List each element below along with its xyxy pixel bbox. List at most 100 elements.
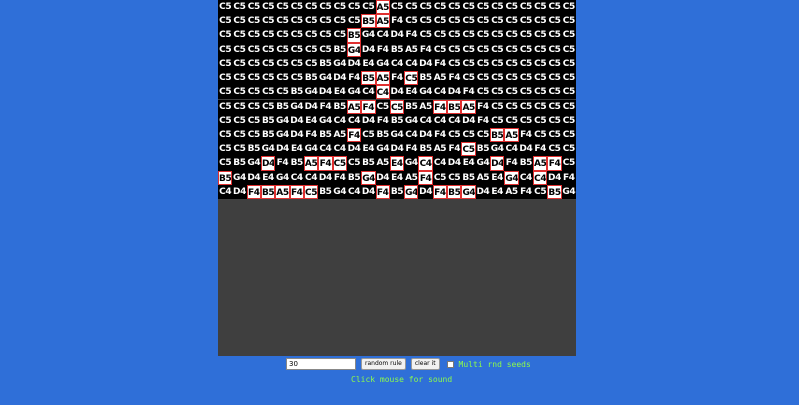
grid-cell: C5 xyxy=(332,14,347,29)
clear-button[interactable]: clear it xyxy=(410,358,440,370)
grid-cell: B5 xyxy=(389,42,405,57)
grid-cell: C5 xyxy=(504,71,519,86)
grid-cell: B5 xyxy=(275,99,290,114)
grid-cell: F4 xyxy=(303,127,319,143)
grid-cell: C4 xyxy=(404,127,419,143)
grid-cell: C5 xyxy=(475,14,491,29)
grid-cell: C4 xyxy=(447,113,462,128)
grid-cell: B5 xyxy=(404,99,419,114)
grid-cell: C5 xyxy=(232,99,247,114)
grid-cell: C5 xyxy=(361,0,376,15)
grid-cell: C5 xyxy=(389,0,405,15)
grid-cell: E4 xyxy=(404,85,419,100)
grid-cell: C5 xyxy=(490,99,505,114)
grid-cell: C5 xyxy=(375,99,390,114)
random-rule-button[interactable]: random rule xyxy=(361,358,406,370)
grid-cell: D4 xyxy=(461,113,476,128)
grid-cell: B5 xyxy=(547,184,562,199)
grid-cell: C5 xyxy=(218,71,233,86)
grid-cell: B5 xyxy=(447,184,462,199)
grid-cell: E4 xyxy=(389,156,405,171)
rule-number-input[interactable] xyxy=(286,358,356,370)
grid-cell: C4 xyxy=(218,184,233,199)
grid-cell: C5 xyxy=(232,42,247,57)
grid-cell: D4 xyxy=(389,28,405,43)
grid-cell: C5 xyxy=(246,42,261,57)
grid-cell: E4 xyxy=(303,113,319,128)
grid-cell: B5 xyxy=(318,127,333,143)
grid-cell: C5 xyxy=(547,42,562,57)
grid-cell: C5 xyxy=(547,99,562,114)
grid-cell: B5 xyxy=(461,170,476,185)
grid-cell: C4 xyxy=(518,170,534,185)
grid-cell: C5 xyxy=(218,99,233,114)
grid-cell: C5 xyxy=(447,42,462,57)
automaton-canvas[interactable]: C5 C5 C5 C5 C5 C5 C5 C5 C5 C5 C5 A5 C5 C5 C5 C5 C5 C5 C5 C5… xyxy=(218,0,576,356)
grid-cell: C5 xyxy=(504,0,519,15)
grid-cell: C5 xyxy=(561,156,576,171)
grid-cell: G4 xyxy=(404,156,419,171)
grid-cell: C5 xyxy=(447,127,462,143)
grid-cell: C5 xyxy=(246,28,261,43)
grid-cell: C5 xyxy=(518,42,534,57)
grid-cell: C5 xyxy=(547,113,562,128)
grid-cell: C4 xyxy=(346,184,362,199)
grid-cell: C5 xyxy=(518,14,534,29)
grid-cell: C5 xyxy=(475,42,491,57)
grid-cell: F4 xyxy=(547,156,562,171)
grid-cell: C4 xyxy=(375,85,390,100)
grid-cell: C5 xyxy=(461,0,476,15)
grid-cell: C5 xyxy=(475,0,491,15)
grid-cell: D4 xyxy=(260,156,276,171)
grid-cell: C5 xyxy=(246,99,261,114)
grid-cell: C5 xyxy=(418,28,433,43)
grid-cell: C5 xyxy=(332,28,347,43)
grid-cell: F4 xyxy=(475,113,491,128)
grid-cell: D4 xyxy=(447,156,462,171)
grid-cell: C5 xyxy=(260,99,276,114)
grid-cell: C5 xyxy=(418,0,433,15)
grid-cell: C5 xyxy=(318,28,333,43)
grid-cell: D4 xyxy=(289,127,304,143)
grid-cell: C5 xyxy=(504,56,519,72)
grid-cell: C5 xyxy=(561,113,576,128)
grid-cell: C4 xyxy=(432,156,448,171)
grid-cell: F4 xyxy=(289,184,304,199)
grid-cell: A5 xyxy=(504,184,519,199)
grid-cell: D4 xyxy=(389,142,405,157)
grid-cell: G4 xyxy=(461,184,476,199)
grid-cell: C5 xyxy=(289,0,304,15)
grid-cell: C4 xyxy=(289,170,304,185)
grid-cell: C5 xyxy=(318,14,333,29)
grid-cell: C5 xyxy=(533,99,548,114)
grid-cell: C5 xyxy=(246,14,261,29)
grid-cell: C5 xyxy=(475,85,491,100)
grid-cell: C5 xyxy=(490,28,505,43)
grid-cell: C5 xyxy=(518,56,534,72)
grid-cell: G4 xyxy=(260,142,276,157)
grid-cell: C5 xyxy=(561,56,576,72)
grid-cell: D4 xyxy=(361,42,376,57)
grid-cell: C5 xyxy=(475,28,491,43)
grid-cell: B5 xyxy=(318,184,333,199)
grid-cell: C5 xyxy=(432,14,448,29)
grid-cell: C5 xyxy=(260,0,276,15)
grid-cell: F4 xyxy=(389,71,405,86)
grid-cell: C5 xyxy=(246,71,261,86)
grid-cell: F4 xyxy=(389,14,405,29)
grid-cell: C5 xyxy=(218,56,233,72)
multi-seeds-checkbox[interactable] xyxy=(446,360,454,368)
grid-cell: C5 xyxy=(275,71,290,86)
grid-cell: A5 xyxy=(432,71,448,86)
grid-cell: C5 xyxy=(303,184,319,199)
grid-cell: G4 xyxy=(375,142,390,157)
grid-cell: C5 xyxy=(232,14,247,29)
grid-cell: C5 xyxy=(418,14,433,29)
grid-cell: C4 xyxy=(432,113,448,128)
cell-grid[interactable]: C5 C5 C5 C5 C5 C5 C5 C5 C5 C5 C5 A5 C5 C5 C5 C5 C5 C5 C5 C5… xyxy=(218,0,576,199)
grid-cell: C5 xyxy=(404,0,419,15)
grid-cell: C5 xyxy=(232,56,247,72)
grid-cell: C5 xyxy=(475,71,491,86)
grid-cell: C5 xyxy=(318,0,333,15)
grid-cell: C5 xyxy=(246,0,261,15)
